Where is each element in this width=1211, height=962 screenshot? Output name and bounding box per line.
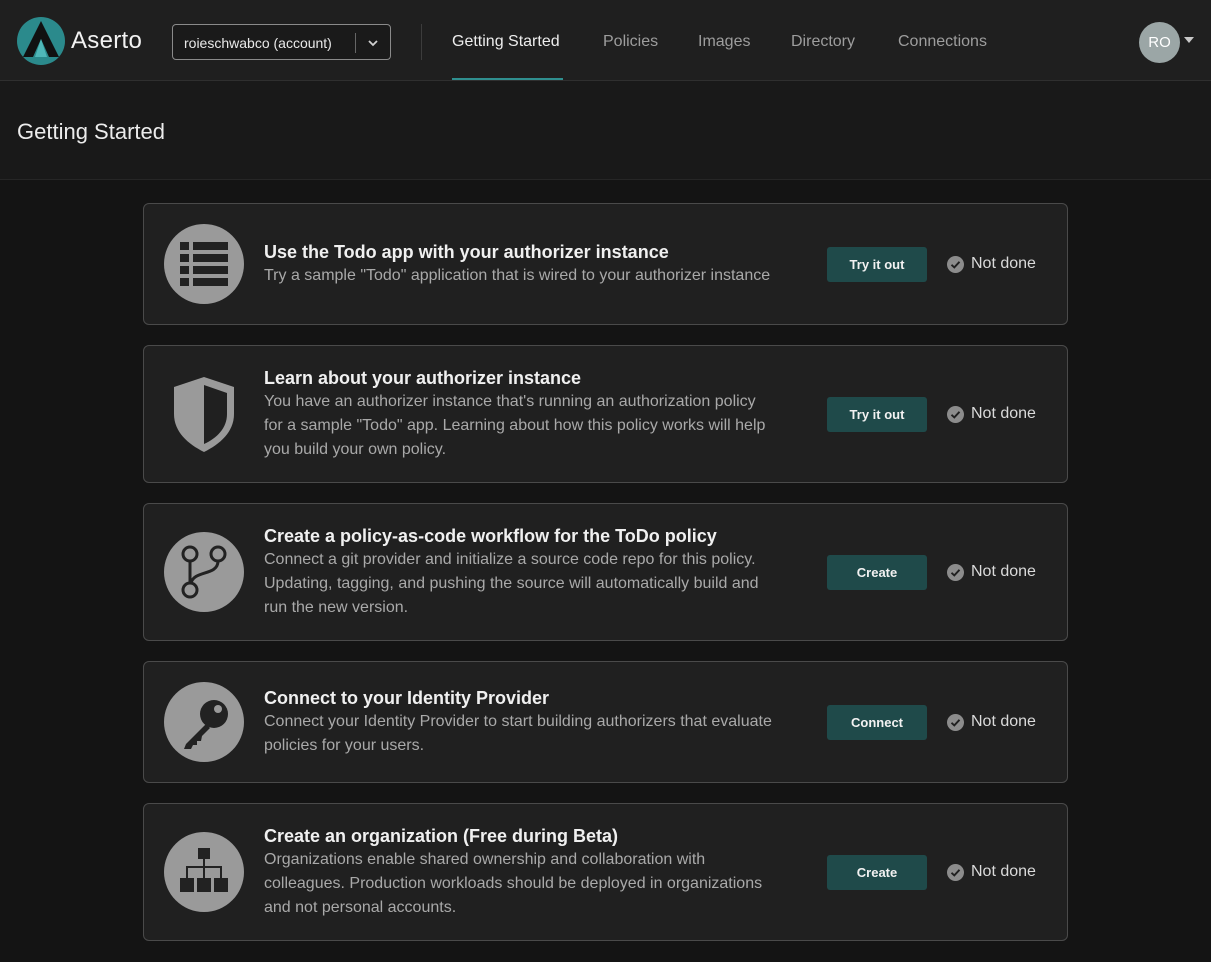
task-card-policy-workflow: Create a policy-as-code workflow for the… [143, 503, 1068, 641]
chevron-down-icon[interactable] [366, 36, 380, 50]
status-text: Not done [971, 563, 1036, 580]
check-circle-icon [947, 714, 964, 731]
active-nav-indicator [452, 78, 563, 80]
status-text: Not done [971, 255, 1036, 272]
task-description-line: You have an authorizer instance that's r… [264, 393, 756, 410]
shield-icon [164, 374, 244, 454]
task-description-line: Organizations enable shared ownership an… [264, 851, 706, 868]
account-selector[interactable]: roieschwabco (account) [172, 24, 391, 60]
task-title: Connect to your Identity Provider [264, 688, 550, 708]
nav-policies[interactable]: Policies [603, 33, 658, 51]
task-description: Connect a git provider and initialize a … [264, 548, 794, 620]
task-title: Learn about your authorizer instance [264, 368, 582, 388]
task-title: Use the Todo app with your authorizer in… [264, 242, 669, 262]
try-it-out-button[interactable]: Try it out [827, 397, 927, 432]
task-description: Connect your Identity Provider to start … [264, 710, 794, 758]
org-chart-icon [164, 832, 244, 912]
check-circle-icon [947, 864, 964, 881]
git-branch-icon [164, 532, 244, 612]
task-description-line: policies for your users. [264, 737, 425, 754]
status-text: Not done [971, 405, 1036, 422]
account-selector-label: roieschwabco (account) [184, 35, 332, 51]
page-header: Getting Started [0, 81, 1211, 180]
user-avatar[interactable]: RO [1139, 22, 1180, 63]
list-icon [164, 224, 244, 304]
caret-down-icon[interactable] [1184, 37, 1194, 43]
task-description-line: run the new version. [264, 599, 409, 616]
create-workflow-button[interactable]: Create [827, 555, 927, 590]
nav-connections[interactable]: Connections [898, 33, 987, 51]
status-text: Not done [971, 713, 1036, 730]
aserto-logo-icon[interactable] [17, 17, 65, 65]
nav-divider [421, 24, 422, 60]
check-circle-icon [947, 564, 964, 581]
check-circle-icon [947, 256, 964, 273]
task-card-identity-provider: Connect to your Identity Provider Connec… [143, 661, 1068, 783]
nav-images[interactable]: Images [698, 33, 750, 51]
brand-name[interactable]: Aserto [71, 27, 142, 55]
account-selector-divider [355, 33, 356, 53]
task-description: Organizations enable shared ownership an… [264, 848, 794, 920]
create-organization-button[interactable]: Create [827, 855, 927, 890]
task-description-line: Connect a git provider and initialize a … [264, 551, 756, 568]
status-text: Not done [971, 863, 1036, 880]
try-it-out-button[interactable]: Try it out [827, 247, 927, 282]
task-title: Create a policy-as-code workflow for the… [264, 526, 717, 546]
task-description-line: for a sample "Todo" app. Learning about … [264, 417, 766, 434]
task-description-line: and not personal accounts. [264, 899, 457, 916]
key-icon [164, 682, 244, 762]
nav-getting-started[interactable]: Getting Started [452, 33, 560, 51]
task-title: Create an organization (Free during Beta… [264, 826, 619, 846]
task-description-line: you build your own policy. [264, 441, 447, 458]
nav-directory[interactable]: Directory [791, 33, 855, 51]
task-card-authorizer: Learn about your authorizer instance You… [143, 345, 1068, 483]
task-description-line: colleagues. Production workloads should … [264, 875, 763, 892]
connect-button[interactable]: Connect [827, 705, 927, 740]
task-card-organization: Create an organization (Free during Beta… [143, 803, 1068, 941]
task-description: You have an authorizer instance that's r… [264, 390, 794, 462]
task-description-line: Updating, tagging, and pushing the sourc… [264, 575, 759, 592]
task-description-line: Connect your Identity Provider to start … [264, 713, 772, 730]
task-description-line: Try a sample "Todo" application that is … [264, 267, 771, 284]
check-circle-icon [947, 406, 964, 423]
top-navbar: Aserto roieschwabco (account) Getting St… [0, 0, 1211, 81]
page-title: Getting Started [17, 119, 165, 144]
task-card-todo-app: Use the Todo app with your authorizer in… [143, 203, 1068, 325]
task-description: Try a sample "Todo" application that is … [264, 264, 794, 288]
